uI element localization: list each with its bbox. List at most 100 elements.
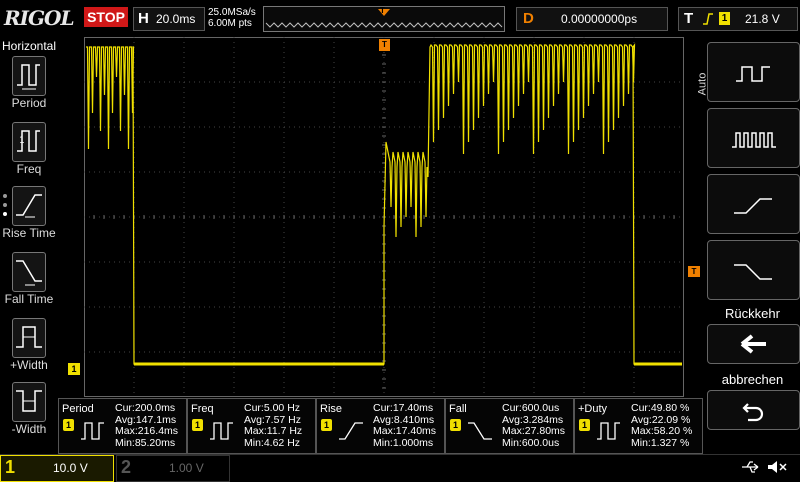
max-value: Max:11.7 Hz <box>244 425 303 437</box>
timebase-box[interactable]: H 20.0ms <box>133 7 205 31</box>
svg-text:1: 1 <box>19 136 25 146</box>
measure-neg-width-button[interactable]: -Width <box>0 382 58 444</box>
trigger-time-label: T <box>382 40 387 49</box>
measure-pos-width-button[interactable]: +Width <box>0 318 58 380</box>
sample-rate: 25.0MSa/s <box>208 7 256 18</box>
fall-measure-icon <box>468 422 492 440</box>
max-value: Max:27.80ms <box>502 425 566 437</box>
min-value: Min:600.0us <box>502 436 560 449</box>
measurement-values: Cur:600.0us Avg:3.284ms Max:27.80ms Min:… <box>502 402 566 449</box>
channel-1-number: 1 <box>5 457 16 477</box>
ch1-ground-marker[interactable]: 1 <box>68 363 80 375</box>
measurement-results-bar: Period 1 Cur:200.0ms Avg:147.1ms Max:216… <box>58 398 703 454</box>
max-value: Max:216.4ms <box>115 425 179 437</box>
freq-measure-icon <box>210 422 233 440</box>
run-stop-button[interactable]: STOP <box>84 7 128 27</box>
trigger-box[interactable]: T 1 21.8 V <box>678 7 798 31</box>
measurement-values: Cur:17.40ms Avg:8.410ms Max:17.40ms Min:… <box>373 402 436 449</box>
measurement-fall[interactable]: Fall 1 Cur:600.0us Avg:3.284ms Max:27.80… <box>445 398 574 454</box>
trigger-level-value: 21.8 V <box>745 12 780 26</box>
trigger-letter: T <box>684 10 694 27</box>
back-label: Rückkehr <box>725 306 780 321</box>
current-value: Cur:49.80 % <box>631 402 690 414</box>
channel-1-scale: 10.0 V <box>53 461 88 475</box>
trigger-time-marker[interactable]: T <box>379 39 390 51</box>
neg-width-label: -Width <box>11 422 47 436</box>
measurement-values: Cur:49.80 % Avg:22.09 % Max:58.20 % Min:… <box>631 402 693 449</box>
channel-badge: 1 <box>63 419 74 431</box>
pos-width-label: +Width <box>10 358 48 372</box>
current-value: Cur:600.0us <box>502 402 560 414</box>
fall-time-icon <box>12 252 46 292</box>
measurement-pos-duty[interactable]: +Duty 1 Cur:49.80 % Avg:22.09 % Max:58.2… <box>574 398 703 454</box>
rise-time-icon <box>12 186 46 226</box>
softkey-frequency[interactable] <box>707 108 800 168</box>
min-value: Min:85.20ms <box>115 436 176 449</box>
left-arrow-icon <box>740 334 766 354</box>
freq-icon: 1 <box>12 122 46 162</box>
max-value: Max:58.20 % <box>631 425 693 437</box>
pos-width-icon <box>12 318 46 358</box>
softkey-fall-time[interactable] <box>707 240 800 300</box>
falling-edge-softkey-icon <box>734 264 772 280</box>
delay-value: 0.00000000ps <box>561 12 638 26</box>
channel-badge: 1 <box>321 419 332 431</box>
horizontal-measure-panel: Horizontal Period 1 Freq Rise Time Fall … <box>0 36 58 452</box>
rising-edge-softkey-icon <box>734 198 772 214</box>
right-softkey-menu: Auto Rückkehr abbrechen <box>696 36 800 452</box>
channel-status-bar: 1 10.0 V 2 1.00 V <box>0 454 800 482</box>
measurement-name: Fall <box>449 403 467 415</box>
multi-pulse-icon <box>732 132 776 148</box>
trigger-level-marker[interactable]: T <box>688 266 700 277</box>
channel-badge: 1 <box>579 419 590 431</box>
page-indicator-dots <box>3 194 9 216</box>
back-button[interactable] <box>707 324 800 364</box>
measurement-name: Freq <box>191 403 214 415</box>
waveform-display[interactable] <box>83 36 685 398</box>
period-icon <box>12 56 46 96</box>
rise-measure-icon <box>339 422 363 440</box>
timebase-value: 20.0ms <box>156 12 196 26</box>
panel-title: Horizontal <box>2 39 57 53</box>
measurement-period[interactable]: Period 1 Cur:200.0ms Avg:147.1ms Max:216… <box>58 398 187 454</box>
fall-time-label: Fall Time <box>4 292 54 306</box>
min-value: Min:1.327 % <box>631 436 690 449</box>
channel-2-number: 2 <box>121 457 132 477</box>
cancel-label: abbrechen <box>721 372 784 387</box>
square-wave-icon <box>736 66 770 82</box>
channel-1-status[interactable]: 1 10.0 V <box>0 455 114 482</box>
channel-2-scale: 1.00 V <box>169 461 204 475</box>
timebase-letter: H <box>138 10 149 27</box>
rising-edge-icon <box>703 13 713 25</box>
min-value: Min:4.62 Hz <box>244 436 301 449</box>
period-measure-icon <box>81 422 104 440</box>
min-value: Min:1.000ms <box>373 436 434 449</box>
measurement-rise[interactable]: Rise 1 Cur:17.40ms Avg:8.410ms Max:17.40… <box>316 398 445 454</box>
softkey-period[interactable] <box>707 42 800 102</box>
usb-icon <box>742 461 759 473</box>
delay-letter: D <box>523 10 534 27</box>
delay-box[interactable]: D 0.00000000ps <box>516 7 668 31</box>
measure-fall-time-button[interactable]: Fall Time <box>0 252 58 314</box>
memory-overview[interactable]: T <box>263 6 505 32</box>
channel-badge: 1 <box>450 419 461 431</box>
measure-period-button[interactable]: Period <box>0 56 58 118</box>
rise-time-label: Rise Time <box>2 226 56 240</box>
measurement-values: Cur:200.0ms Avg:147.1ms Max:216.4ms Min:… <box>115 402 179 449</box>
current-value: Cur:17.40ms <box>373 402 434 414</box>
cancel-button[interactable] <box>707 390 800 430</box>
measurement-name: Rise <box>320 403 343 415</box>
measurement-name: +Duty <box>578 403 608 415</box>
freq-label: Freq <box>16 162 42 176</box>
neg-width-icon <box>12 382 46 422</box>
measure-freq-button[interactable]: 1 Freq <box>0 122 58 184</box>
graticule <box>83 36 685 398</box>
softkey-rise-time[interactable] <box>707 174 800 234</box>
period-label: Period <box>11 96 47 110</box>
ch1-ground-label: 1 <box>71 364 77 374</box>
channel-2-status[interactable]: 2 1.00 V <box>116 455 230 482</box>
top-status-bar: RIGOL STOP H 20.0ms 25.0MSa/s 6.00M pts … <box>0 0 800 36</box>
speaker-muted-icon <box>768 461 787 473</box>
trigger-source-badge: 1 <box>719 12 730 25</box>
measurement-freq[interactable]: Freq 1 Cur:5.00 Hz Avg:7.57 Hz Max:11.7 … <box>187 398 316 454</box>
